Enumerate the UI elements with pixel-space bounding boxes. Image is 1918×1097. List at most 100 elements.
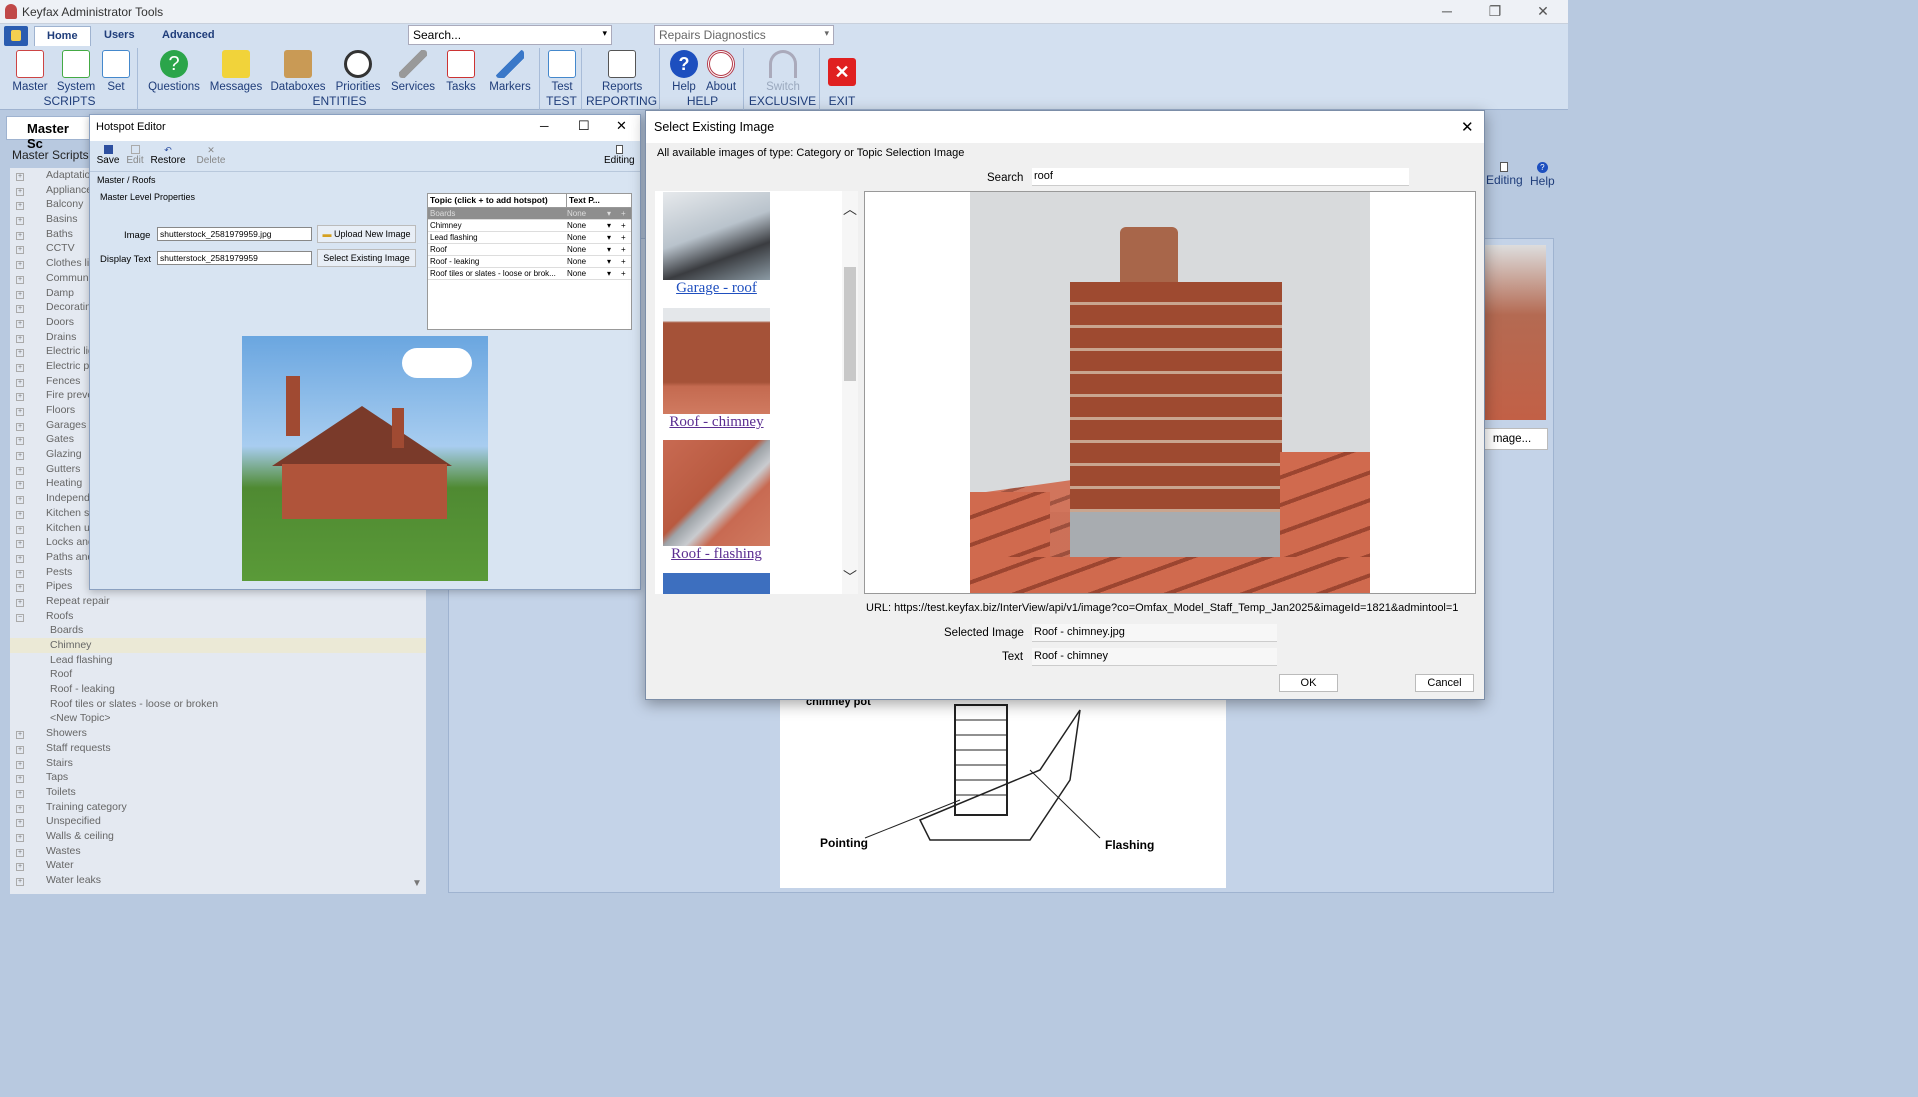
chevron-down-icon[interactable]: ▾: [607, 220, 621, 231]
scrollbar-thumb[interactable]: [844, 267, 856, 381]
expand-icon[interactable]: +: [16, 848, 24, 857]
chevron-down-icon[interactable]: ▾: [607, 256, 621, 267]
expand-icon[interactable]: −: [16, 613, 24, 622]
expand-icon[interactable]: +: [16, 173, 24, 181]
tab-users[interactable]: Users: [92, 26, 147, 46]
display-text-input[interactable]: shutterstock_2581979959: [157, 251, 312, 265]
expand-icon[interactable]: +: [16, 202, 24, 211]
expand-icon[interactable]: +: [16, 261, 24, 270]
text-position-cell[interactable]: None: [567, 256, 607, 267]
set-button[interactable]: Set: [98, 50, 134, 93]
cancel-button[interactable]: Cancel: [1415, 674, 1474, 692]
add-hotspot-icon[interactable]: +: [621, 232, 631, 243]
expand-icon[interactable]: +: [16, 598, 24, 607]
select-existing-image-button[interactable]: Select Existing Image: [317, 249, 416, 267]
expand-icon[interactable]: +: [16, 775, 24, 784]
thumbnail-roof-flashing[interactable]: Roof - flashing: [663, 440, 770, 563]
thumbnail-roof-chimney[interactable]: Roof - chimney: [663, 308, 770, 431]
script-type-dropdown[interactable]: Repairs Diagnostics ▾: [654, 25, 834, 45]
minimize-icon[interactable]: ─: [540, 119, 549, 133]
test-button[interactable]: Test: [546, 50, 578, 93]
tree-item[interactable]: + Toilets: [10, 785, 426, 800]
app-menu-button[interactable]: [4, 26, 28, 46]
services-button[interactable]: Services: [388, 50, 438, 93]
expand-icon[interactable]: +: [16, 290, 24, 299]
expand-icon[interactable]: +: [16, 789, 24, 798]
col-text-position[interactable]: Text P...: [567, 194, 607, 207]
expand-icon[interactable]: +: [16, 452, 24, 461]
expand-icon[interactable]: +: [16, 466, 24, 475]
image-filename-input[interactable]: shutterstock_2581979959.jpg: [157, 227, 312, 241]
table-row[interactable]: Roof None ▾ +: [428, 244, 631, 256]
tree-child-item[interactable]: Roof tiles or slates - loose or broken: [10, 697, 426, 712]
expand-icon[interactable]: +: [16, 187, 24, 196]
tree-child-item[interactable]: Roof - leaking: [10, 682, 426, 697]
help-button[interactable]: ? Help: [666, 50, 702, 93]
expand-icon[interactable]: +: [16, 349, 24, 358]
expand-icon[interactable]: +: [16, 437, 24, 446]
minimize-icon[interactable]: ─: [1432, 3, 1462, 19]
table-row[interactable]: Roof tiles or slates - loose or brok... N…: [428, 268, 631, 280]
expand-icon[interactable]: +: [16, 305, 24, 314]
chevron-down-icon[interactable]: ▾: [607, 232, 621, 243]
chevron-down-icon[interactable]: ▾: [607, 208, 621, 219]
expand-icon[interactable]: +: [16, 334, 24, 343]
expand-icon[interactable]: +: [16, 569, 24, 578]
add-hotspot-icon[interactable]: +: [621, 268, 631, 279]
tab-home[interactable]: Home: [34, 26, 91, 46]
switch-button[interactable]: Switch: [762, 50, 804, 93]
expand-icon[interactable]: +: [16, 393, 24, 402]
table-row[interactable]: Chimney None ▾ +: [428, 220, 631, 232]
thumbnail-list[interactable]: Garage - roof Roof - chimney Roof - flas…: [655, 191, 842, 594]
tree-item[interactable]: + Water: [10, 858, 426, 873]
thumb-caption[interactable]: Garage - roof: [663, 280, 770, 297]
tree-child-item[interactable]: Roof: [10, 667, 426, 682]
hotspot-image[interactable]: [242, 336, 488, 581]
thumbnail-garage-roof[interactable]: Garage - roof: [663, 192, 770, 297]
master-scripts-tab[interactable]: Master Sc: [6, 116, 92, 151]
system-button[interactable]: System: [54, 50, 98, 93]
tree-item[interactable]: + Showers: [10, 726, 426, 741]
expand-icon[interactable]: +: [16, 246, 24, 255]
text-field[interactable]: Roof - chimney: [1032, 648, 1277, 666]
table-row[interactable]: Boards None ▾ +: [428, 208, 631, 220]
tree-item[interactable]: + Stairs: [10, 756, 426, 771]
expand-icon[interactable]: +: [16, 275, 24, 284]
editing-button-behind[interactable]: Editing: [1486, 162, 1523, 187]
delete-button[interactable]: ✕ Delete: [196, 145, 226, 166]
select-image-button-behind[interactable]: mage...: [1476, 428, 1548, 450]
tree-item[interactable]: + Training category: [10, 800, 426, 815]
add-hotspot-icon[interactable]: +: [621, 208, 631, 219]
help-button-behind[interactable]: ? Help: [1530, 162, 1555, 188]
tree-item[interactable]: + Taps: [10, 770, 426, 785]
tree-item[interactable]: + Wastes: [10, 844, 426, 859]
chevron-down-icon[interactable]: ▾: [607, 268, 621, 279]
search-input[interactable]: Search... ▾: [408, 25, 612, 45]
tab-advanced[interactable]: Advanced: [150, 26, 227, 46]
tree-item[interactable]: − Roofs: [10, 609, 426, 624]
expand-icon[interactable]: +: [16, 863, 24, 872]
chevron-down-icon[interactable]: ▾: [607, 244, 621, 255]
expand-icon[interactable]: +: [16, 745, 24, 754]
expand-icon[interactable]: +: [16, 804, 24, 813]
thumb-caption[interactable]: Roof - flashing: [663, 546, 770, 563]
editing-button[interactable]: Editing: [604, 145, 635, 166]
text-position-cell[interactable]: None: [567, 268, 607, 279]
text-position-cell[interactable]: None: [567, 220, 607, 231]
table-row[interactable]: Roof - leaking None ▾ +: [428, 256, 631, 268]
tree-child-item[interactable]: Boards: [10, 623, 426, 638]
tree-child-item[interactable]: Lead flashing: [10, 653, 426, 668]
messages-button[interactable]: Messages: [208, 50, 264, 93]
tree-child-item[interactable]: Chimney: [10, 638, 426, 653]
reports-button[interactable]: Reports: [602, 50, 642, 93]
close-icon[interactable]: ✕: [616, 118, 627, 134]
ok-button[interactable]: OK: [1279, 674, 1338, 692]
expand-icon[interactable]: +: [16, 319, 24, 328]
save-button[interactable]: Save: [96, 145, 120, 166]
markers-button[interactable]: Markers: [484, 50, 536, 93]
expand-icon[interactable]: +: [16, 408, 24, 416]
expand-icon[interactable]: +: [16, 584, 24, 593]
scroll-down-icon[interactable]: ▼: [412, 878, 422, 889]
table-row[interactable]: Lead flashing None ▾ +: [428, 232, 631, 244]
thumbnail-scrollbar[interactable]: ︿ ﹀: [842, 191, 858, 594]
